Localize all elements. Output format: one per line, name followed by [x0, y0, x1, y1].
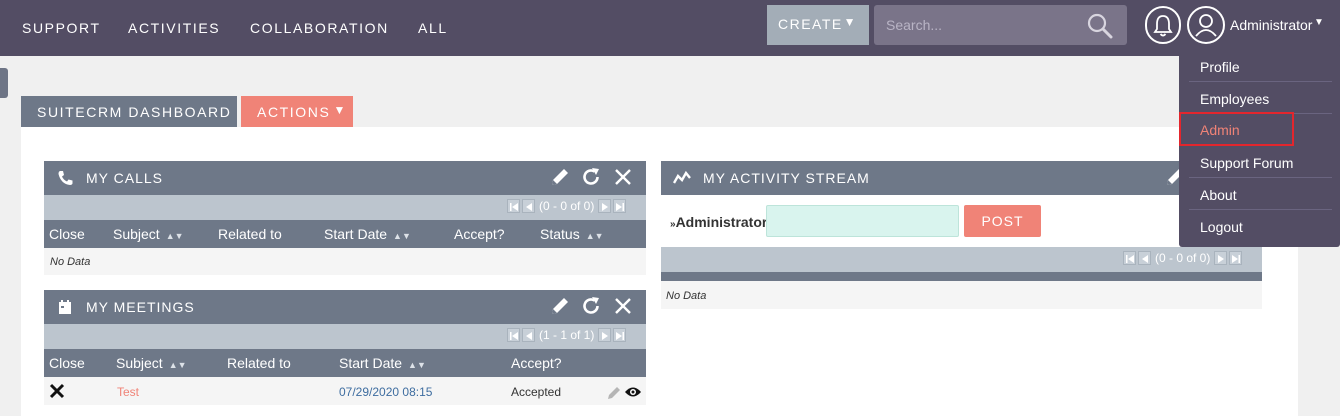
- column-start-date[interactable]: Start Date ▲▼: [324, 226, 411, 242]
- pagination-text: (1 - 1 of 1): [539, 328, 595, 342]
- search-icon[interactable]: [1087, 13, 1113, 39]
- bell-icon: [1153, 15, 1173, 37]
- actions-button-label: ACTIONS: [257, 104, 331, 120]
- edit-pencil-icon[interactable]: [549, 166, 571, 188]
- table-header: [661, 272, 1262, 281]
- dashlet-title: MY ACTIVITY STREAM: [703, 170, 870, 186]
- my-activity-stream-header: MY ACTIVITY STREAM: [661, 161, 1262, 195]
- menu-item-logout[interactable]: Logout: [1189, 210, 1332, 242]
- last-page-button[interactable]: [613, 199, 627, 213]
- tab-suitecrm-dashboard[interactable]: SUITECRM DASHBOARD: [21, 96, 237, 127]
- dashlet-title: MY CALLS: [86, 170, 163, 186]
- sort-icon[interactable]: ▲▼: [169, 360, 187, 370]
- first-page-button[interactable]: [507, 328, 520, 342]
- meeting-subject-link[interactable]: Test: [117, 385, 139, 399]
- user-name[interactable]: Administrator: [1230, 17, 1312, 33]
- my-calls-header: MY CALLS: [44, 161, 646, 195]
- nav-activities[interactable]: ACTIVITIES: [128, 20, 220, 36]
- next-page-button[interactable]: [1214, 251, 1228, 265]
- meeting-accept-status: Accepted: [511, 385, 562, 399]
- caret-down-icon: ▼: [843, 15, 857, 29]
- actions-button[interactable]: ACTIONS ▼: [241, 96, 353, 127]
- sidebar-toggle[interactable]: [0, 68, 8, 98]
- column-subject[interactable]: Subject ▲▼: [113, 226, 184, 242]
- user-icon: [1195, 14, 1217, 37]
- caret-down-icon[interactable]: ▼: [1314, 17, 1324, 28]
- no-data-text: No Data: [50, 256, 91, 268]
- menu-item-employees[interactable]: Employees: [1189, 82, 1332, 114]
- table-header: Close Subject ▲▼ Related to Start Date ▲▼ …: [44, 220, 646, 248]
- column-status[interactable]: Status ▲▼: [540, 226, 604, 242]
- search-box: [874, 5, 1127, 45]
- sort-icon[interactable]: ▲▼: [408, 360, 426, 370]
- next-page-button[interactable]: [598, 199, 612, 213]
- column-subject[interactable]: Subject ▲▼: [116, 355, 187, 371]
- create-button[interactable]: CREATE ▼: [767, 5, 869, 45]
- menu-item-profile[interactable]: Profile: [1189, 50, 1332, 82]
- no-data-text: No Data: [666, 290, 707, 302]
- table-header: Close Subject ▲▼ Related to Start Date ▲▼ …: [44, 349, 646, 377]
- next-page-button[interactable]: [598, 328, 612, 342]
- refresh-icon[interactable]: [580, 166, 602, 188]
- my-meetings-header: MY MEETINGS: [44, 290, 646, 324]
- calendar-icon: [59, 300, 71, 314]
- first-page-button[interactable]: [1123, 251, 1136, 265]
- column-close: Close: [49, 226, 85, 242]
- column-start-date[interactable]: Start Date ▲▼: [339, 355, 426, 371]
- prev-page-button[interactable]: [522, 199, 535, 213]
- stream-user-label[interactable]: »Administrator: [670, 214, 767, 230]
- first-page-button[interactable]: [507, 199, 520, 213]
- close-icon[interactable]: [612, 295, 634, 317]
- nav-collaboration[interactable]: COLLABORATION: [250, 20, 389, 36]
- menu-item-about[interactable]: About: [1189, 178, 1332, 210]
- pagination-bar: (0 - 0 of 0): [44, 195, 646, 220]
- activity-line-icon: [673, 170, 691, 184]
- refresh-icon[interactable]: [580, 295, 602, 317]
- search-input[interactable]: [874, 5, 1084, 45]
- menu-item-support-forum[interactable]: Support Forum: [1189, 146, 1332, 178]
- sort-icon[interactable]: ▲▼: [586, 231, 604, 241]
- user-dropdown-menu: Profile Employees Admin Support Forum Ab…: [1179, 44, 1340, 247]
- prev-page-button[interactable]: [522, 328, 535, 342]
- top-navigation-bar: SUPPORT ACTIVITIES COLLABORATION ALL CRE…: [0, 0, 1340, 56]
- sort-icon[interactable]: ▲▼: [393, 231, 411, 241]
- column-accept: Accept?: [511, 355, 562, 371]
- dashlet-title: MY MEETINGS: [86, 299, 195, 315]
- pagination-controls: (0 - 0 of 0): [1123, 251, 1244, 265]
- last-page-button[interactable]: [613, 328, 627, 342]
- nav-all[interactable]: ALL: [418, 20, 448, 36]
- user-avatar-button[interactable]: [1187, 6, 1225, 44]
- close-meeting-icon[interactable]: [49, 383, 65, 399]
- table-row: [661, 281, 1262, 309]
- column-accept: Accept?: [454, 226, 505, 242]
- pagination-bar: (0 - 0 of 0): [661, 247, 1262, 272]
- close-icon[interactable]: [612, 166, 634, 188]
- pagination-text: (0 - 0 of 0): [539, 199, 595, 213]
- column-related-to: Related to: [218, 226, 282, 242]
- notifications-button[interactable]: [1145, 6, 1181, 44]
- pagination-bar: (1 - 1 of 1): [44, 324, 646, 349]
- pagination-controls: (1 - 1 of 1): [507, 328, 628, 342]
- pagination-text: (0 - 0 of 0): [1155, 251, 1211, 265]
- column-close: Close: [49, 355, 85, 371]
- pagination-controls: (0 - 0 of 0): [507, 199, 628, 213]
- meeting-start-date: 07/29/2020 08:15: [339, 385, 433, 399]
- post-button[interactable]: POST: [964, 205, 1041, 237]
- sort-icon[interactable]: ▲▼: [166, 231, 184, 241]
- table-row: [44, 248, 646, 275]
- edit-pencil-icon[interactable]: [606, 385, 622, 401]
- activity-post-input[interactable]: [766, 205, 959, 237]
- create-button-label: CREATE: [778, 16, 843, 32]
- column-related-to: Related to: [227, 355, 291, 371]
- view-eye-icon[interactable]: [624, 385, 642, 399]
- caret-down-icon: ▼: [333, 103, 347, 117]
- last-page-button[interactable]: [1229, 251, 1243, 265]
- menu-item-admin[interactable]: Admin: [1179, 112, 1294, 146]
- nav-support[interactable]: SUPPORT: [22, 20, 101, 36]
- phone-icon: [58, 171, 73, 185]
- prev-page-button[interactable]: [1138, 251, 1151, 265]
- edit-pencil-icon[interactable]: [549, 295, 571, 317]
